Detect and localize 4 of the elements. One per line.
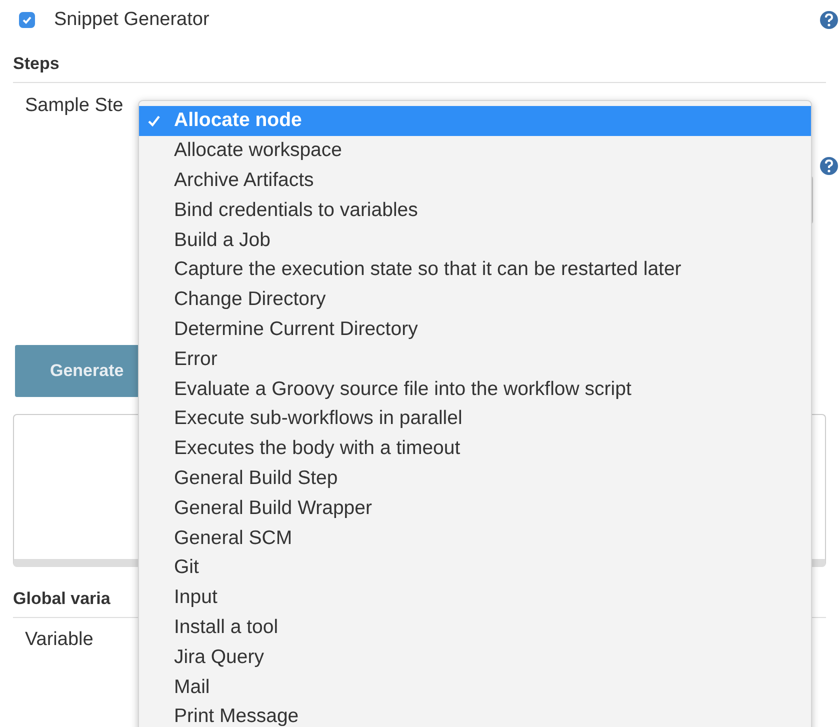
section-heading: Steps xyxy=(13,54,826,83)
field-label: Variable xyxy=(25,629,94,651)
field-label: Sample Ste xyxy=(25,95,124,117)
checkbox-label: Snippet Generator xyxy=(54,9,210,31)
